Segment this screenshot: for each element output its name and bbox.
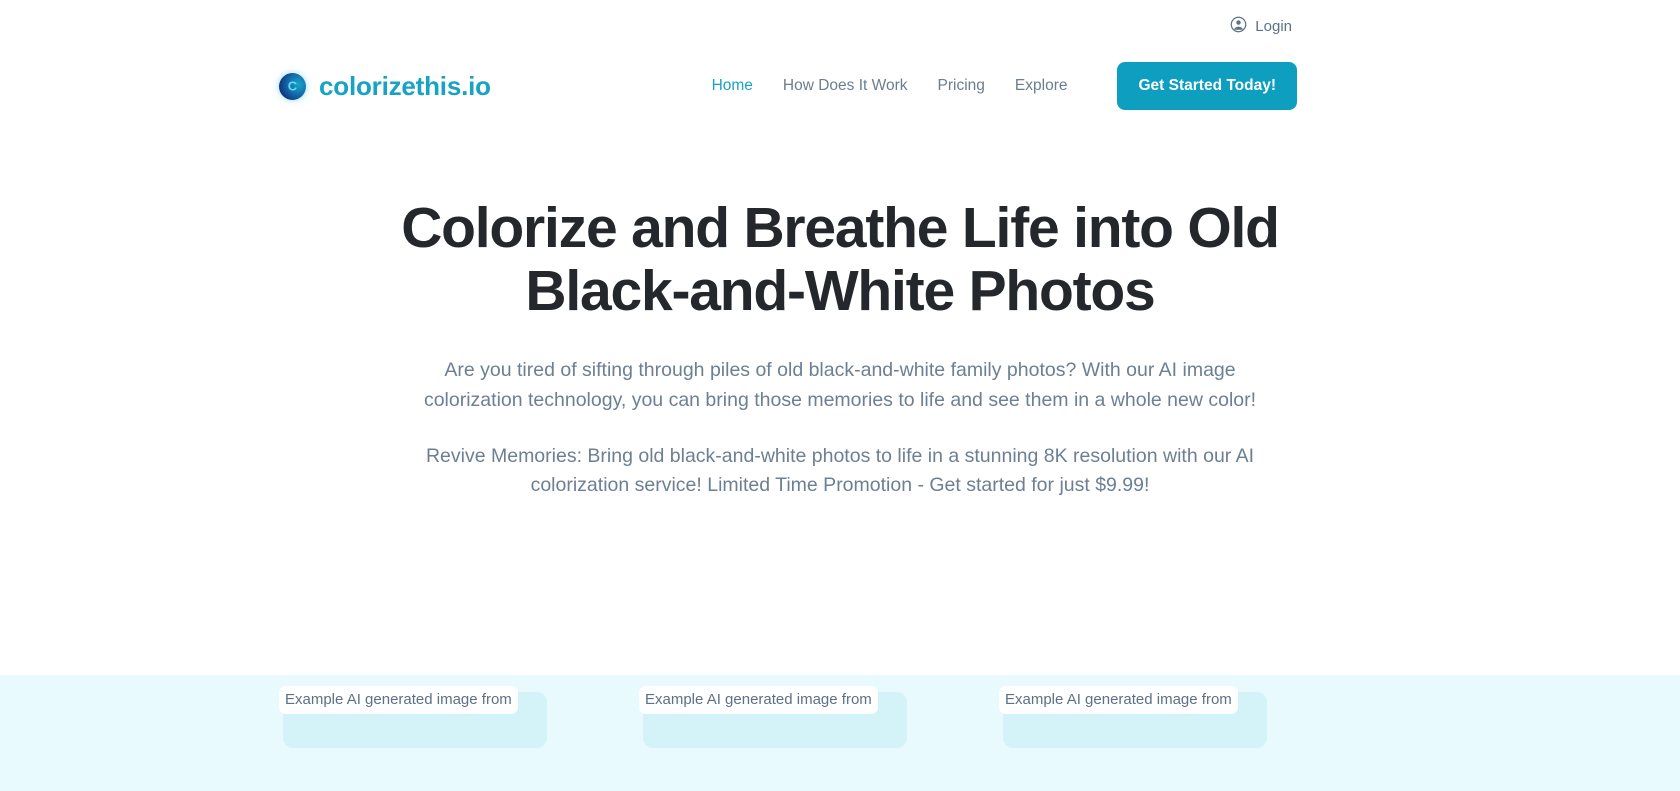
example-image-alt-text: Example AI generated image from [639,686,878,714]
brand-logo-link[interactable]: C colorizethis.io [279,71,491,102]
get-started-button[interactable]: Get Started Today! [1117,62,1297,110]
nav-item-explore[interactable]: Explore [1015,77,1068,95]
examples-row: Example AI generated image from Example … [279,675,1401,762]
example-image-alt-text: Example AI generated image from [279,686,518,714]
page-title: Colorize and Breathe Life into Old Black… [401,196,1280,323]
account-circle-icon [1230,16,1247,37]
brand-name: colorizethis.io [319,70,491,101]
logo-letter: C [287,78,298,93]
hero-section: Colorize and Breathe Life into Old Black… [0,120,1680,675]
nav-item-home[interactable]: Home [712,77,753,95]
example-card[interactable]: Example AI generated image from [639,686,907,762]
nav-item-pricing[interactable]: Pricing [938,77,985,95]
utility-bar: Login [0,0,1680,52]
hero-paragraph-1: Are you tired of sifting through piles o… [423,359,1257,411]
site-header: C colorizethis.io Home How Does It Work … [0,52,1680,120]
page-root: Login C colorizethis.io Home How Does It… [0,0,1680,791]
primary-nav: Home How Does It Work Pricing Explore Ge… [712,62,1297,110]
example-card[interactable]: Example AI generated image from [279,686,547,762]
example-image-alt-text: Example AI generated image from [999,686,1238,714]
hero-paragraph-2: Revive Memories: Bring old black-and-whi… [425,444,1255,497]
login-label: Login [1255,17,1292,35]
example-card[interactable]: Example AI generated image from [999,686,1267,762]
nav-item-how-does-it-work[interactable]: How Does It Work [783,77,908,95]
examples-section: Example AI generated image from Example … [0,675,1680,791]
colorizethis-logo-icon: C [279,72,306,100]
login-link[interactable]: Login [1230,16,1292,37]
